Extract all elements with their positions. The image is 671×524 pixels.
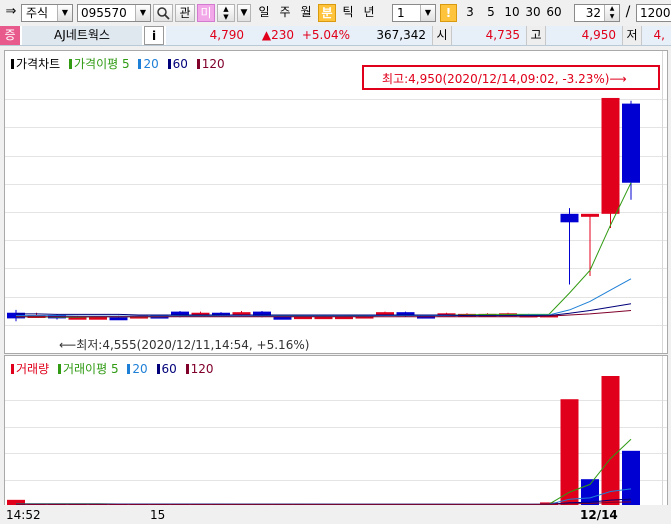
high-value: 4,950 — [546, 26, 622, 45]
interval-button[interactable]: 30 — [523, 4, 543, 22]
market-select-value: 주식 — [26, 6, 49, 20]
tab-period[interactable]: 년 — [360, 4, 378, 22]
candle-body — [560, 213, 579, 223]
code-input-value: 095570 — [81, 6, 127, 20]
volume-bar — [601, 376, 620, 505]
quote-bar: 증 AJ네트웍스 i 4,790 ▲230 +5.04% 367,342 시 4… — [0, 26, 671, 46]
x-axis: 14:52 15 12/14 — [0, 505, 671, 524]
candle-body — [622, 103, 640, 183]
low-annotation: ⟵최저:4,555(2020/12/11,14:54, +5.16%) — [59, 338, 310, 352]
change-percent: +5.04% — [300, 26, 356, 45]
candle-body — [171, 311, 189, 315]
interval-button[interactable]: 60 — [544, 4, 564, 22]
link-arrow-icon[interactable]: ⇒ — [2, 4, 20, 22]
price-chart-panel[interactable]: 가격차트 가격이평 5 20 60 120 최고:4,950(2020/12/1… — [4, 50, 668, 354]
count-total-input[interactable]: 1200 — [636, 4, 671, 22]
low-label: 저 — [622, 26, 642, 45]
candle-body — [601, 97, 620, 214]
price-chart-canvas — [5, 51, 667, 353]
candle-body — [109, 317, 128, 321]
vol-ma-line-ma5 — [16, 438, 632, 505]
vol-ma-line-ma20 — [16, 488, 632, 505]
x-tick-label: 14:52 — [6, 508, 41, 522]
volume-chart-panel[interactable]: 거래량 거래이평 5 20 60 120 — [4, 355, 668, 507]
stock-name: AJ네트웍스 — [22, 26, 142, 45]
stepper-arrows-icon: ▲ ▼ — [604, 5, 619, 21]
chevron-down-icon: ▼ — [420, 5, 435, 21]
chevron-down-icon: ▼ — [57, 5, 72, 21]
updown-stepper[interactable]: ▲ ▼ — [217, 4, 235, 22]
low-value: 4, — [642, 26, 671, 45]
search-icon — [157, 7, 170, 20]
ma-line-ma60 — [16, 303, 632, 317]
interval-button[interactable]: 10 — [502, 4, 522, 22]
interval-buttons: 3 5 10 30 60 — [460, 0, 566, 26]
count-value: 32 — [585, 6, 601, 20]
price-change: ▲230 — [250, 26, 300, 45]
tab-period[interactable]: 일 — [255, 4, 273, 22]
x-tick-label: 12/14 — [580, 508, 618, 522]
count-stepper[interactable]: 32 ▲ ▼ — [574, 4, 620, 22]
trade-volume: 367,342 — [356, 26, 432, 45]
high-label: 고 — [526, 26, 546, 45]
ma-button[interactable]: 미 — [197, 4, 215, 22]
tab-period[interactable]: 월 — [297, 4, 315, 22]
volume-chart-canvas — [5, 356, 667, 506]
tab-period[interactable]: 틱 — [339, 4, 357, 22]
x-tick-label: 15 — [150, 508, 166, 522]
volume-bar — [622, 450, 640, 505]
interval-select[interactable]: 1 ▼ — [392, 4, 436, 22]
volume-bar — [560, 399, 579, 505]
current-price: 4,790 — [166, 26, 250, 45]
toolbar: ⇒ 주식 ▼ 095570 ▼ 관 미 ▲ ▼ ▼ 일주월분틱년 1 ▼ ! 35… — [0, 0, 671, 27]
interval-button[interactable]: 3 — [460, 4, 480, 22]
interval-select-value: 1 — [397, 6, 405, 20]
chevron-down-icon: ▼ — [135, 5, 150, 21]
interval-1-button[interactable]: ! — [440, 4, 457, 22]
info-button[interactable]: i — [144, 26, 164, 45]
period-tabs: 일주월분틱년 — [255, 0, 385, 26]
dropdown-button[interactable]: ▼ — [237, 4, 251, 22]
code-input[interactable]: 095570 ▼ — [77, 4, 151, 22]
tab-period[interactable]: 분 — [318, 4, 336, 22]
candle-body — [581, 213, 599, 217]
stock-badge: 증 — [0, 26, 20, 45]
tab-period[interactable]: 주 — [276, 4, 294, 22]
search-button[interactable] — [153, 4, 173, 22]
open-label: 시 — [432, 26, 452, 45]
market-select[interactable]: 주식 ▼ — [21, 4, 73, 22]
interval-button[interactable]: 5 — [481, 4, 501, 22]
count-separator: / — [625, 4, 631, 20]
gwan-button[interactable]: 관 — [175, 4, 195, 22]
open-value: 4,735 — [452, 26, 526, 45]
